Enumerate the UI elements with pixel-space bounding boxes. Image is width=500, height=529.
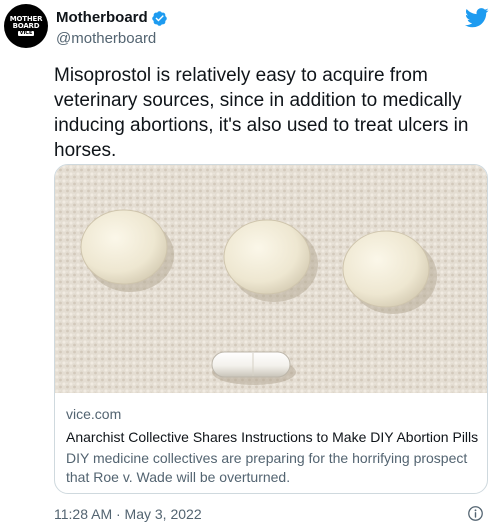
card-description: DIY medicine collectives are preparing f…	[66, 450, 468, 485]
author-name-row: Motherboard	[56, 9, 168, 27]
display-name[interactable]: Motherboard	[56, 9, 148, 27]
avatar-text-line-3: VICE	[17, 30, 35, 36]
tablet-2	[223, 219, 311, 295]
avatar-text-line-2: BOARD	[12, 22, 40, 30]
verified-badge-icon	[151, 10, 167, 26]
twitter-bird-icon[interactable]	[465, 8, 489, 28]
tablet-1	[80, 209, 168, 285]
author-handle[interactable]: @motherboard	[56, 30, 156, 48]
card-title: Anarchist Collective Shares Instructions…	[66, 429, 479, 445]
link-card[interactable]: vice.com Anarchist Collective Shares Ins…	[54, 164, 488, 494]
tweet-text: Misoprostol is relatively easy to acquir…	[54, 65, 469, 161]
capsule	[211, 351, 291, 378]
avatar[interactable]: MOTHER BOARD VICE	[4, 4, 48, 48]
tweet-embed: MOTHER BOARD VICE Motherboard @motherboa…	[0, 0, 500, 529]
tablet-3	[342, 230, 430, 308]
card-domain: vice.com	[66, 406, 122, 422]
tweet-timestamp[interactable]: 11:28 AM · May 3, 2022	[54, 505, 202, 523]
card-image[interactable]	[55, 165, 488, 393]
info-icon[interactable]	[467, 505, 484, 522]
